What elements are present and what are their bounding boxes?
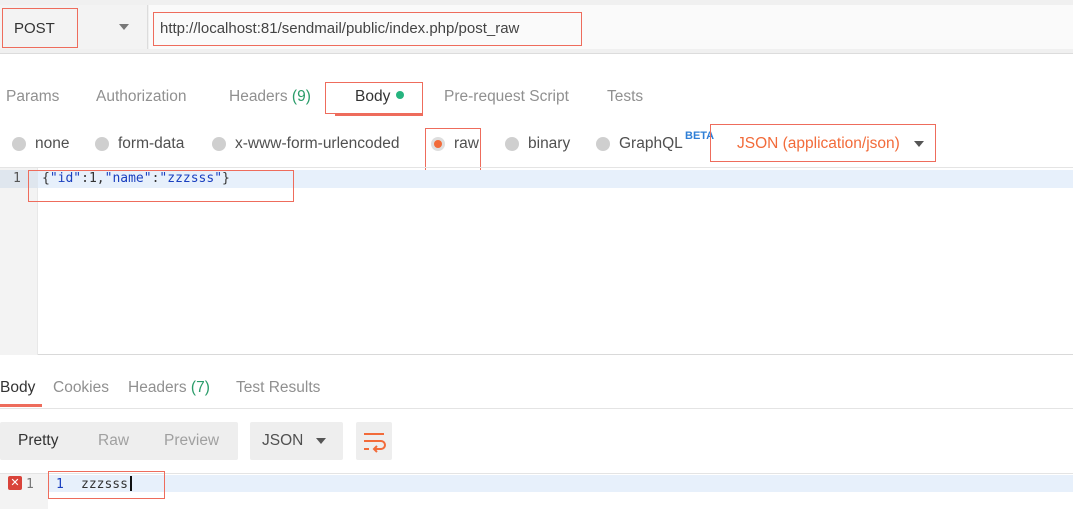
view-raw-button[interactable]: Raw xyxy=(98,432,129,450)
view-pretty-button[interactable]: Pretty xyxy=(18,432,58,450)
body-tab-annotation-box xyxy=(325,82,423,114)
tab-tests[interactable]: Tests xyxy=(607,88,643,106)
method-label: POST xyxy=(14,20,55,37)
tab-pre-request-script[interactable]: Pre-request Script xyxy=(444,88,569,106)
radio-graphql[interactable]: GraphQL xyxy=(596,135,683,153)
response-format-label: JSON xyxy=(262,432,304,449)
tab-headers[interactable]: Headers (9) xyxy=(229,88,311,106)
content-type-label: JSON (application/json) xyxy=(737,135,900,152)
response-body-viewer[interactable]: ✕ 1 1 zzzsss xyxy=(0,471,1073,509)
divider xyxy=(0,408,1073,409)
chevron-down-icon[interactable] xyxy=(119,24,129,30)
tab-params[interactable]: Params xyxy=(6,88,59,106)
response-annotation-box xyxy=(48,471,165,499)
response-gutter-line-number: 1 xyxy=(26,477,34,492)
radio-circle-icon xyxy=(212,137,226,151)
radio-circle-icon xyxy=(95,137,109,151)
wrap-lines-button[interactable] xyxy=(356,422,392,460)
active-tab-underline xyxy=(335,113,423,116)
response-headers-count: (7) xyxy=(190,379,210,396)
view-preview-button[interactable]: Preview xyxy=(164,432,219,450)
radio-circle-icon xyxy=(12,137,26,151)
wrap-lines-icon xyxy=(364,433,386,453)
response-tab-body[interactable]: Body xyxy=(0,379,35,397)
chevron-down-icon[interactable] xyxy=(316,438,326,444)
request-body-editor[interactable]: 1 {"id":1,"name":"zzzsss"} xyxy=(0,167,1073,355)
chevron-down-icon[interactable] xyxy=(914,141,924,147)
code-annotation-box xyxy=(28,170,294,202)
radio-binary[interactable]: binary xyxy=(505,135,570,153)
headers-count: (9) xyxy=(291,88,311,105)
radio-circle-icon xyxy=(596,137,610,151)
radio-form-data[interactable]: form-data xyxy=(95,135,184,153)
response-active-line xyxy=(48,475,1073,492)
response-active-tab-underline xyxy=(0,404,42,407)
response-tab-headers[interactable]: Headers (7) xyxy=(128,379,210,397)
error-icon: ✕ xyxy=(8,476,22,490)
line-number: 1 xyxy=(13,171,21,186)
radio-none[interactable]: none xyxy=(12,135,69,153)
response-tab-cookies[interactable]: Cookies xyxy=(53,379,109,397)
radio-x-www-form-urlencoded[interactable]: x-www-form-urlencoded xyxy=(212,135,400,153)
tab-authorization[interactable]: Authorization xyxy=(96,88,186,106)
url-text[interactable]: http://localhost:81/sendmail/public/inde… xyxy=(160,20,519,37)
response-tab-test-results[interactable]: Test Results xyxy=(236,379,320,397)
raw-annotation-box xyxy=(425,128,481,172)
radio-circle-icon xyxy=(505,137,519,151)
